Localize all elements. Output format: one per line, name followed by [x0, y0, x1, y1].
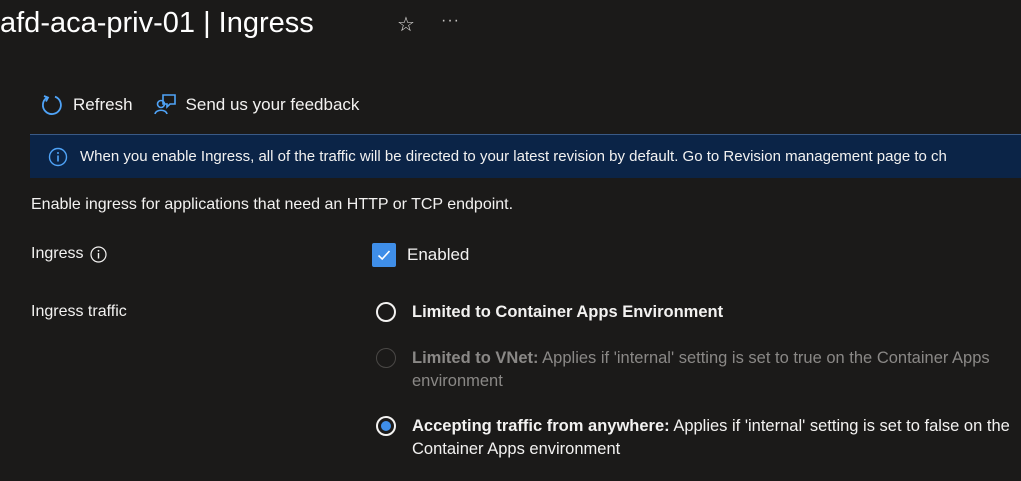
command-bar: Refresh Send us your feedback	[40, 93, 359, 117]
radio-option-title: Limited to Container Apps Environment	[412, 303, 724, 321]
radio-button-selected[interactable]	[376, 416, 396, 436]
radio-option-container-apps-env[interactable]: Limited to Container Apps Environment	[376, 301, 1016, 324]
radio-button-disabled	[376, 348, 396, 368]
ingress-description: Enable ingress for applications that nee…	[31, 196, 514, 213]
radio-option-text: Limited to Container Apps Environment	[412, 301, 723, 324]
info-icon	[48, 147, 68, 166]
info-tooltip-icon[interactable]	[90, 245, 108, 263]
refresh-label: Refresh	[73, 95, 133, 114]
radio-option-anywhere[interactable]: Accepting traffic from anywhere: Applies…	[376, 415, 1016, 461]
feedback-icon	[153, 94, 176, 115]
enabled-label: Enabled	[407, 245, 470, 264]
feedback-button[interactable]: Send us your feedback	[153, 93, 360, 117]
page-title: afd-aca-priv-01 | Ingress	[0, 6, 314, 39]
title-bar: afd-aca-priv-01 | Ingress	[0, 0, 314, 48]
ingress-traffic-label: Ingress traffic	[31, 303, 127, 320]
radio-button[interactable]	[376, 302, 396, 322]
ingress-label: Ingress	[31, 245, 84, 262]
ingress-enabled-checkbox[interactable]: Enabled	[372, 243, 469, 267]
refresh-button[interactable]: Refresh	[40, 93, 133, 117]
radio-option-title: Accepting traffic from anywhere:	[412, 417, 670, 435]
radio-option-title: Limited to VNet:	[412, 349, 539, 367]
banner-text: When you enable Ingress, all of the traf…	[80, 148, 947, 165]
checkbox-box[interactable]	[372, 243, 396, 267]
radio-option-vnet: Limited to VNet: Applies if 'internal' s…	[376, 347, 1016, 393]
radio-option-text: Accepting traffic from anywhere: Applies…	[412, 415, 1012, 461]
ingress-field-label: Ingress	[31, 245, 108, 263]
star-icon[interactable]: ☆	[397, 12, 415, 37]
radio-option-text: Limited to VNet: Applies if 'internal' s…	[412, 347, 1012, 393]
info-banner: When you enable Ingress, all of the traf…	[30, 134, 1021, 178]
feedback-label: Send us your feedback	[185, 95, 360, 114]
more-ellipsis-icon[interactable]: ···	[441, 12, 460, 30]
refresh-icon	[42, 95, 62, 115]
checkmark-icon	[377, 250, 391, 261]
